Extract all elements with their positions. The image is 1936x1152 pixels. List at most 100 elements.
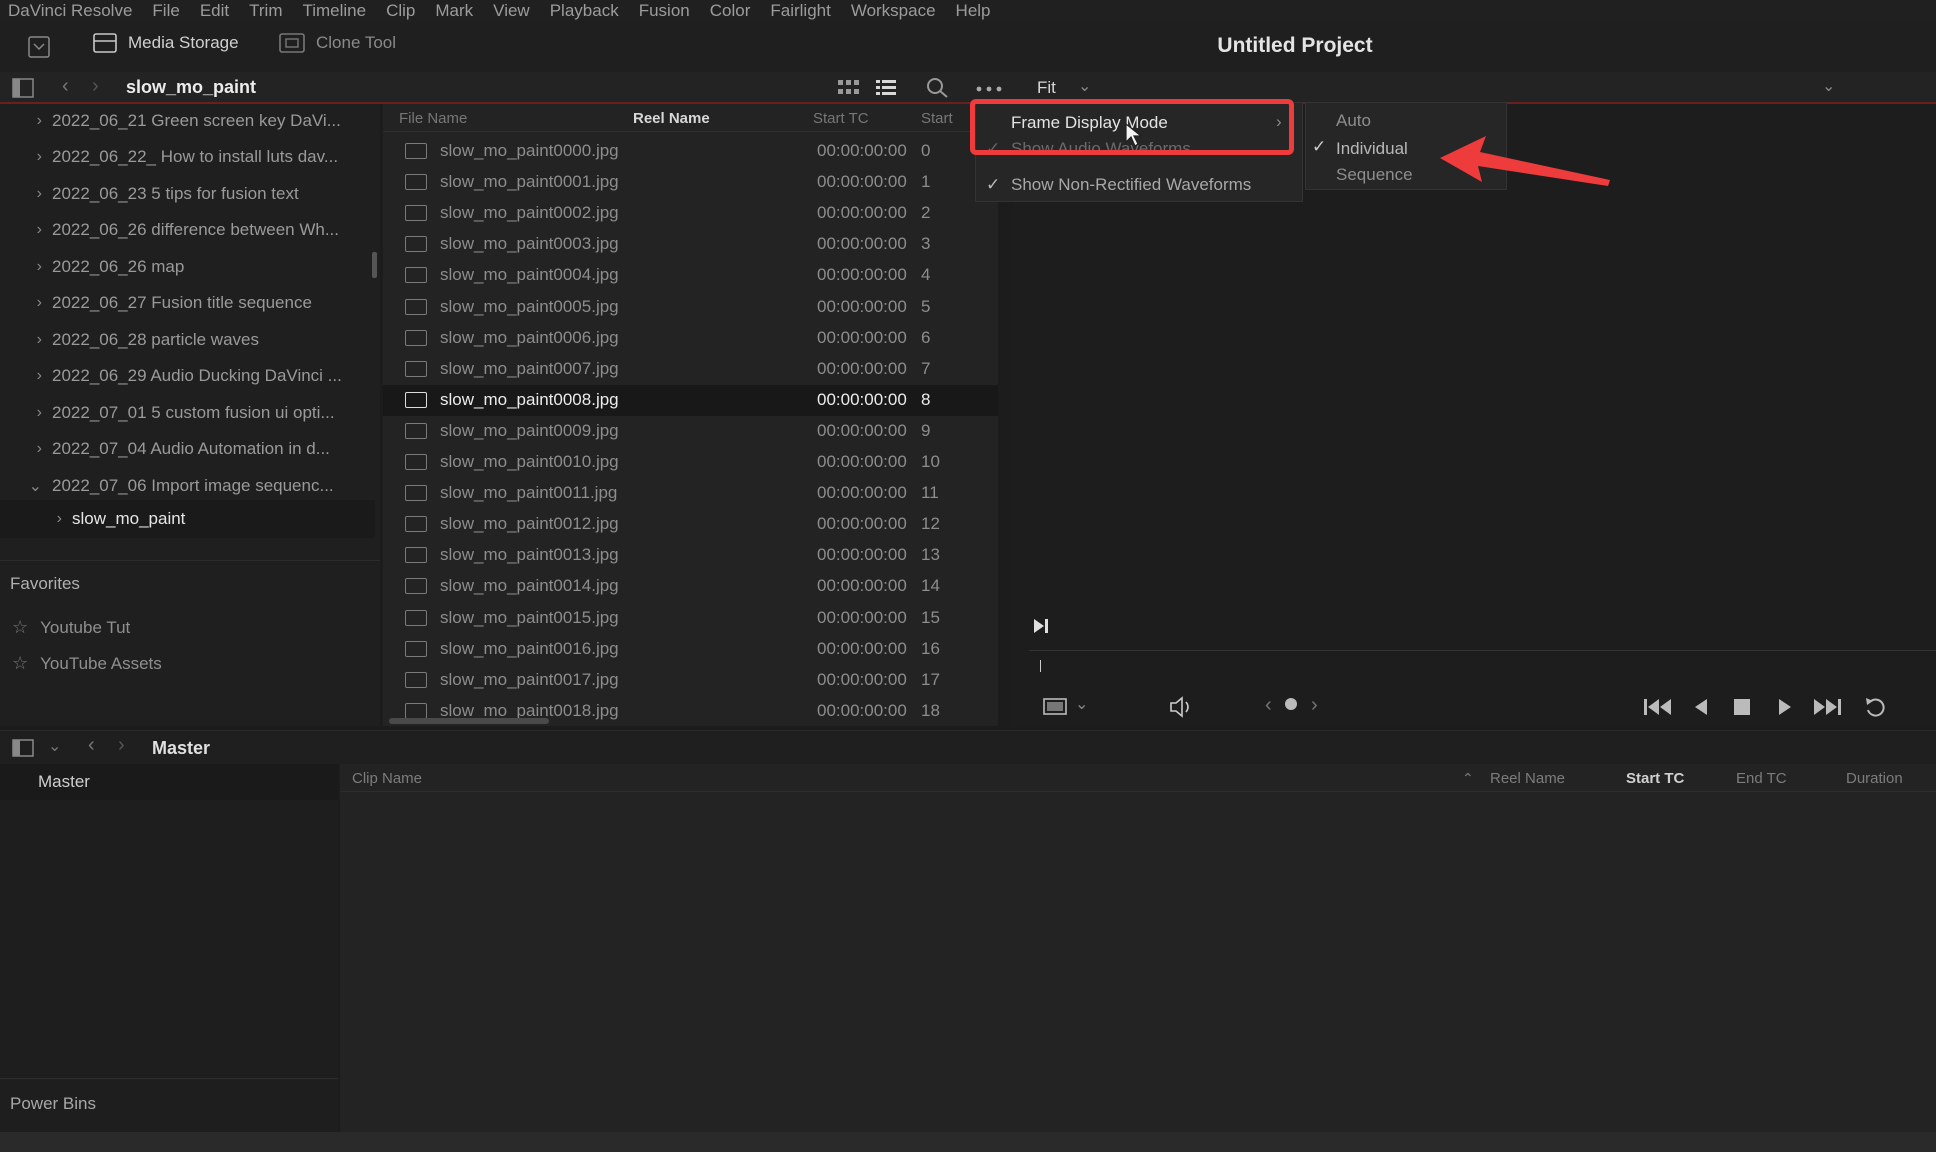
chevron-down-icon[interactable]: ⌄ bbox=[1078, 76, 1091, 96]
file-row[interactable]: slow_mo_paint0002.jpg 00:00:00:00 2 bbox=[383, 198, 998, 229]
file-row[interactable]: slow_mo_paint0012.jpg 00:00:00:00 12 bbox=[383, 509, 998, 540]
folder-item[interactable]: › 2022_06_27 Fusion title sequence bbox=[0, 286, 375, 320]
file-row[interactable]: slow_mo_paint0005.jpg 00:00:00:00 5 bbox=[383, 292, 998, 323]
menu-playback[interactable]: Playback bbox=[550, 1, 619, 21]
list-view-icon[interactable] bbox=[876, 79, 898, 97]
menu-item-show-non-rectified-waveforms[interactable]: Show Non-Rectified Waveforms bbox=[1011, 175, 1251, 195]
playhead[interactable] bbox=[1040, 660, 1041, 672]
menu-help[interactable]: Help bbox=[956, 1, 991, 21]
folder-item[interactable]: › 2022_06_22_ How to install luts dav... bbox=[0, 140, 375, 174]
column-clip-name[interactable]: Clip Name bbox=[352, 770, 422, 787]
folder-item[interactable]: › 2022_06_29 Audio Ducking DaVinci ... bbox=[0, 359, 375, 393]
file-row[interactable]: slow_mo_paint0004.jpg 00:00:00:00 4 bbox=[383, 260, 998, 291]
chevron-right-icon: › bbox=[56, 510, 62, 527]
file-row[interactable]: slow_mo_paint0013.jpg 00:00:00:00 13 bbox=[383, 540, 998, 571]
column-start[interactable]: Start bbox=[921, 110, 953, 127]
go-to-first-frame-icon[interactable] bbox=[1643, 698, 1673, 716]
back-icon[interactable]: ‹ bbox=[88, 734, 95, 757]
menu-trim[interactable]: Trim bbox=[249, 1, 282, 21]
search-icon[interactable] bbox=[926, 77, 950, 99]
play-icon[interactable] bbox=[1777, 698, 1793, 716]
submenu-item-auto[interactable]: Auto bbox=[1336, 111, 1371, 131]
file-row[interactable]: slow_mo_paint0001.jpg 00:00:00:00 1 bbox=[383, 167, 998, 198]
menu-edit[interactable]: Edit bbox=[200, 1, 229, 21]
column-duration[interactable]: Duration bbox=[1846, 770, 1903, 787]
power-bins-title: Power Bins bbox=[10, 1094, 96, 1113]
marker-dot-icon[interactable] bbox=[1285, 698, 1297, 710]
file-row[interactable]: slow_mo_paint0003.jpg 00:00:00:00 3 bbox=[383, 229, 998, 260]
file-row[interactable]: slow_mo_paint0014.jpg 00:00:00:00 14 bbox=[383, 571, 998, 602]
column-reel-name[interactable]: Reel Name bbox=[1490, 770, 1565, 787]
go-to-last-frame-icon[interactable] bbox=[1813, 698, 1843, 716]
submenu-item-individual[interactable]: Individual bbox=[1336, 139, 1408, 159]
menu-view[interactable]: View bbox=[493, 1, 530, 21]
folder-item-expanded[interactable]: ⌄ 2022_07_06 Import image sequenc... bbox=[0, 469, 375, 503]
volume-icon[interactable] bbox=[1169, 696, 1195, 718]
folder-item[interactable]: › 2022_06_21 Green screen key DaVi... bbox=[0, 104, 375, 138]
menu-color[interactable]: Color bbox=[710, 1, 751, 21]
favorite-item[interactable]: ☆ Youtube Tut bbox=[12, 617, 130, 638]
file-list-scrollbar[interactable] bbox=[389, 718, 549, 724]
viewer-zoom-select[interactable]: Fit bbox=[1037, 78, 1056, 98]
folder-item[interactable]: › 2022_06_23 5 tips for fusion text bbox=[0, 177, 375, 211]
menu-timeline[interactable]: Timeline bbox=[302, 1, 366, 21]
menu-fusion[interactable]: Fusion bbox=[639, 1, 690, 21]
go-to-end-marker-icon[interactable] bbox=[1033, 618, 1049, 634]
menu-file[interactable]: File bbox=[152, 1, 179, 21]
column-reel-name[interactable]: Reel Name bbox=[633, 110, 710, 127]
sort-ascending-icon[interactable]: ⌃ bbox=[1462, 770, 1474, 787]
file-name: slow_mo_paint0013.jpg bbox=[440, 545, 619, 565]
folder-item[interactable]: › 2022_06_26 difference between Wh... bbox=[0, 213, 375, 247]
menu-workspace[interactable]: Workspace bbox=[851, 1, 936, 21]
file-row[interactable]: slow_mo_paint0006.jpg 00:00:00:00 6 bbox=[383, 323, 998, 354]
next-marker-icon[interactable]: › bbox=[1311, 694, 1318, 717]
favorite-item[interactable]: ☆ YouTube Assets bbox=[12, 653, 162, 674]
menu-clip[interactable]: Clip bbox=[386, 1, 415, 21]
bin-item-master[interactable]: Master bbox=[0, 764, 338, 800]
prev-marker-icon[interactable]: ‹ bbox=[1265, 694, 1272, 717]
sidebar-toggle-icon[interactable] bbox=[12, 739, 34, 757]
file-row[interactable]: slow_mo_paint0015.jpg 00:00:00:00 15 bbox=[383, 603, 998, 634]
forward-icon[interactable]: › bbox=[118, 734, 125, 757]
submenu-item-sequence[interactable]: Sequence bbox=[1336, 165, 1413, 185]
file-row[interactable]: slow_mo_paint0011.jpg 00:00:00:00 11 bbox=[383, 478, 998, 509]
play-reverse-icon[interactable] bbox=[1693, 698, 1709, 716]
menu-mark[interactable]: Mark bbox=[435, 1, 473, 21]
file-row[interactable]: slow_mo_paint0017.jpg 00:00:00:00 17 bbox=[383, 665, 998, 696]
file-row[interactable]: slow_mo_paint0010.jpg 00:00:00:00 10 bbox=[383, 447, 998, 478]
column-start-tc[interactable]: Start TC bbox=[1626, 770, 1684, 787]
chevron-down-icon[interactable]: ⌄ bbox=[1075, 694, 1088, 714]
stop-icon[interactable] bbox=[1734, 699, 1750, 715]
viewer-options-chevron-icon[interactable]: ⌄ bbox=[1822, 76, 1835, 96]
folder-item[interactable]: › 2022_06_26 map bbox=[0, 250, 375, 284]
menu-davinci-resolve[interactable]: DaVinci Resolve bbox=[8, 1, 132, 21]
clone-tool-button[interactable]: Clone Tool bbox=[278, 32, 396, 54]
file-row[interactable]: slow_mo_paint0000.jpg 00:00:00:00 0 bbox=[383, 136, 998, 167]
media-storage-button[interactable]: Media Storage bbox=[92, 32, 239, 54]
column-end-tc[interactable]: End TC bbox=[1736, 770, 1787, 787]
folder-item[interactable]: › 2022_07_01 5 custom fusion ui opti... bbox=[0, 396, 375, 430]
back-icon[interactable]: ‹ bbox=[62, 75, 69, 98]
file-row[interactable]: slow_mo_paint0016.jpg 00:00:00:00 16 bbox=[383, 634, 998, 665]
folder-scrollbar[interactable] bbox=[372, 252, 377, 278]
folder-item[interactable]: › 2022_06_28 particle waves bbox=[0, 323, 375, 357]
folder-item[interactable]: › 2022_07_04 Audio Automation in d... bbox=[0, 432, 375, 466]
scrubber-track[interactable] bbox=[1029, 650, 1936, 651]
file-row[interactable]: slow_mo_paint0008.jpg 00:00:00:00 8 bbox=[383, 384, 998, 416]
sidebar-toggle-icon[interactable] bbox=[12, 78, 34, 98]
column-file-name[interactable]: File Name bbox=[399, 110, 467, 127]
chevron-down-icon[interactable]: ⌄ bbox=[48, 736, 61, 756]
column-start-tc[interactable]: Start TC bbox=[813, 110, 869, 127]
file-row[interactable]: slow_mo_paint0009.jpg 00:00:00:00 9 bbox=[383, 416, 998, 447]
subfolder-slow-mo-paint[interactable]: › slow_mo_paint bbox=[0, 500, 375, 538]
file-name: slow_mo_paint0015.jpg bbox=[440, 607, 619, 627]
panel-toggle-icon[interactable] bbox=[28, 36, 50, 58]
menu-fairlight[interactable]: Fairlight bbox=[770, 1, 830, 21]
file-name: slow_mo_paint0009.jpg bbox=[440, 420, 619, 440]
forward-icon[interactable]: › bbox=[92, 75, 99, 98]
clip-view-icon[interactable] bbox=[1043, 698, 1067, 716]
file-row[interactable]: slow_mo_paint0007.jpg 00:00:00:00 7 bbox=[383, 354, 998, 385]
grid-view-icon[interactable] bbox=[838, 80, 860, 96]
more-options-icon[interactable] bbox=[976, 86, 1002, 92]
loop-icon[interactable] bbox=[1863, 696, 1891, 718]
